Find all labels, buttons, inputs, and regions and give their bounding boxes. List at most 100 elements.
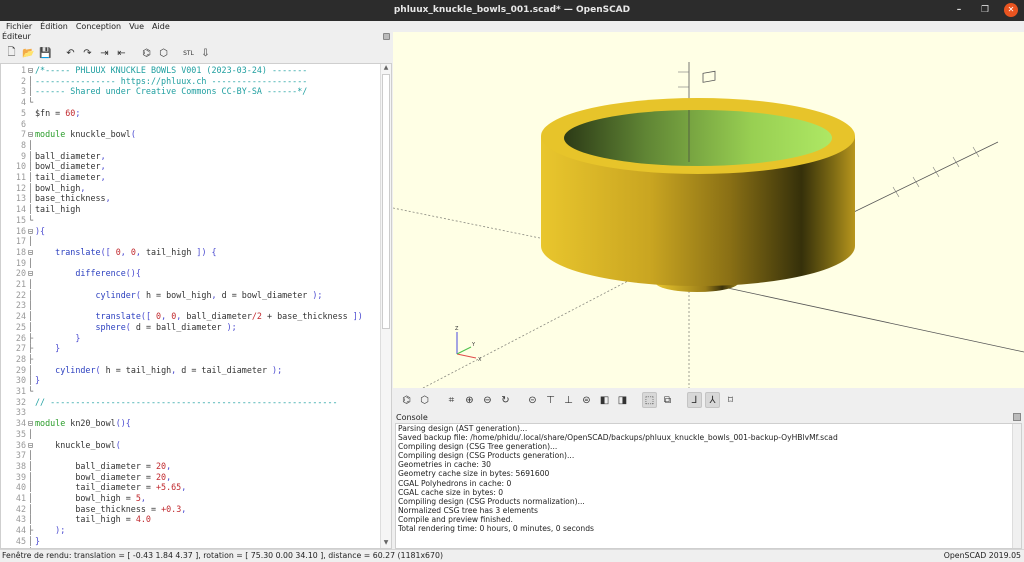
code-line[interactable]: 8 │ xyxy=(1,140,381,151)
view-top-icon[interactable]: ⊤ xyxy=(543,392,558,408)
code-line[interactable]: 26 ├ } xyxy=(1,333,381,344)
code-line[interactable]: 16 ⊟){ xyxy=(1,226,381,237)
code-line[interactable]: 20 ⊟ difference(){ xyxy=(1,268,381,279)
code-line[interactable]: 13 │ base_thickness, xyxy=(1,193,381,204)
code-line[interactable]: 29 │ cylinder( h = tail_high, d = tail_di… xyxy=(1,365,381,376)
orthogonal-icon[interactable]: ⧉ xyxy=(660,392,675,408)
code-line[interactable]: 30 │} xyxy=(1,375,381,386)
preview-icon[interactable]: ⌬ xyxy=(399,392,414,408)
code-line[interactable]: 28 ├ xyxy=(1,354,381,365)
code-line[interactable]: 31 └ xyxy=(1,386,381,397)
code-line[interactable]: 38 │ ball_diameter = 20, xyxy=(1,461,381,472)
export-stl-icon[interactable]: STL xyxy=(181,46,196,61)
zoom-in-icon[interactable]: ⊕ xyxy=(462,392,477,408)
view-front-icon[interactable]: ◧ xyxy=(597,392,612,408)
close-button[interactable]: ✕ xyxy=(1004,3,1018,17)
scroll-up-icon[interactable]: ▲ xyxy=(381,64,391,73)
minimize-button[interactable]: – xyxy=(952,3,966,17)
show-edges-icon[interactable]: ⌑ xyxy=(723,392,738,408)
code-line[interactable]: 23 │ xyxy=(1,300,381,311)
code-line[interactable]: 2 │ ---------------- https://phluux.ch ---… xyxy=(1,76,381,87)
show-axes-icon[interactable]: ⅃ xyxy=(687,392,702,408)
code-line[interactable]: 42 │ base_thickness = +0.3, xyxy=(1,504,381,515)
menu-conception[interactable]: Conception xyxy=(76,21,121,32)
render-icon[interactable]: ⬡ xyxy=(156,46,171,61)
code-line[interactable]: 17 │ xyxy=(1,236,381,247)
console-close-icon[interactable] xyxy=(1013,413,1021,421)
new-file-icon[interactable]: 🗋 xyxy=(4,46,19,61)
code-line[interactable]: 36 ⊟ knuckle_bowl( xyxy=(1,440,381,451)
fold-toggle-icon[interactable]: ⊟ xyxy=(26,129,35,140)
console-scrollbar[interactable] xyxy=(1012,424,1021,548)
show-scale-markers-icon[interactable]: ⅄ xyxy=(705,392,720,408)
fold-toggle-icon[interactable]: ⊟ xyxy=(26,418,35,429)
fold-toggle-icon[interactable]: ⊟ xyxy=(26,226,35,237)
fold-toggle-icon[interactable]: ⊟ xyxy=(26,247,35,258)
undo-icon[interactable]: ↶ xyxy=(63,46,78,61)
fold-toggle-icon[interactable]: ⊟ xyxy=(26,268,35,279)
code-line[interactable]: 45 │} xyxy=(1,536,381,547)
redo-icon[interactable]: ↷ xyxy=(80,46,95,61)
code-line[interactable]: 14 │ tail_high xyxy=(1,204,381,215)
menu-vue[interactable]: Vue xyxy=(129,21,144,32)
code-line[interactable]: 4 └ xyxy=(1,97,381,108)
view-back-icon[interactable]: ◨ xyxy=(615,392,630,408)
scroll-down-icon[interactable]: ▼ xyxy=(381,539,391,548)
code-line[interactable]: 40 │ tail_diameter = +5.65, xyxy=(1,482,381,493)
code-line[interactable]: 3 │ ------ Shared under Creative Commons C… xyxy=(1,86,381,97)
editor-scroll-thumb[interactable] xyxy=(382,74,390,329)
save-file-icon[interactable]: 💾 xyxy=(38,46,53,61)
code-editor[interactable]: 1 ⊟/*----- PHLUUX KNUCKLE BOWLS V001 (202… xyxy=(0,63,392,549)
view-left-icon[interactable]: ⊜ xyxy=(579,392,594,408)
code-line[interactable]: 15 └ xyxy=(1,215,381,226)
zoom-out-icon[interactable]: ⊖ xyxy=(480,392,495,408)
view-right-icon[interactable]: ⊝ xyxy=(525,392,540,408)
fold-toggle-icon[interactable]: ⊟ xyxy=(26,65,35,76)
code-line[interactable]: 41 │ bowl_high = 5, xyxy=(1,493,381,504)
code-line[interactable]: 35 │ xyxy=(1,429,381,440)
reset-view-icon[interactable]: ↻ xyxy=(498,392,513,408)
indent-icon[interactable]: ⇤ xyxy=(114,46,129,61)
code-line[interactable]: 11 │ tail_diameter, xyxy=(1,172,381,183)
perspective-icon[interactable]: ⬚ xyxy=(642,392,657,408)
code-line[interactable]: 37 │ xyxy=(1,450,381,461)
code-line[interactable]: 25 │ sphere( d = ball_diameter ); xyxy=(1,322,381,333)
view-bottom-icon[interactable]: ⊥ xyxy=(561,392,576,408)
code-line[interactable]: 22 │ cylinder( h = bowl_high, d = bowl_di… xyxy=(1,290,381,301)
code-line[interactable]: 1 ⊟/*----- PHLUUX KNUCKLE BOWLS V001 (202… xyxy=(1,65,381,76)
unindent-icon[interactable]: ⇥ xyxy=(97,46,112,61)
code-line[interactable]: 10 │ bowl_diameter, xyxy=(1,161,381,172)
code-line[interactable]: 24 │ translate([ 0, 0, ball_diameter/2 + … xyxy=(1,311,381,322)
code-line[interactable]: 27 ├ } xyxy=(1,343,381,354)
code-line[interactable]: 6 xyxy=(1,119,381,130)
3d-viewport[interactable]: Z X Y xyxy=(393,32,1024,388)
menu-fichier[interactable]: Fichier xyxy=(6,21,32,32)
editor-scrollbar[interactable]: ▲ ▼ xyxy=(380,64,391,548)
code-line[interactable]: 43 │ tail_high = 4.0 xyxy=(1,514,381,525)
code-line[interactable]: 39 │ bowl_diameter = 20, xyxy=(1,472,381,483)
code-line[interactable]: 33 xyxy=(1,407,381,418)
line-number: 5 xyxy=(20,107,26,118)
code-line[interactable]: 44 ├ ); xyxy=(1,525,381,536)
send-to-print-icon[interactable]: ⇩ xyxy=(198,46,213,61)
fold-toggle-icon[interactable]: ⊟ xyxy=(26,440,35,451)
menu-aide[interactable]: Aide xyxy=(152,21,170,32)
code-line[interactable]: 21 │ xyxy=(1,279,381,290)
view-all-icon[interactable]: ⌗ xyxy=(444,392,459,408)
preview-icon[interactable]: ⌬ xyxy=(139,46,154,61)
code-line[interactable]: 5 $fn = 60; xyxy=(1,108,381,119)
code-line[interactable]: 7 ⊟ module knuckle_bowl( xyxy=(1,129,381,140)
code-line[interactable]: 18 ⊟ translate([ 0, 0, tail_high ]) { xyxy=(1,247,381,258)
code-line[interactable]: 12 │ bowl_high, xyxy=(1,183,381,194)
open-file-icon[interactable]: 📂 xyxy=(21,46,36,61)
maximize-button[interactable]: ❐ xyxy=(978,3,992,17)
editor-close-icon[interactable] xyxy=(383,33,390,40)
code-line[interactable]: 34 ⊟ module kn20_bowl(){ xyxy=(1,418,381,429)
console-message: Total rendering time: 0 hours, 0 minutes… xyxy=(398,524,595,534)
render-icon[interactable]: ⬡ xyxy=(417,392,432,408)
code-line[interactable]: 19 │ xyxy=(1,258,381,269)
console-output[interactable]: Parsing design (AST generation)... Saved … xyxy=(395,423,1022,549)
code-line[interactable]: 9 │ ball_diameter, xyxy=(1,151,381,162)
menu-edition[interactable]: Édition xyxy=(40,21,68,32)
code-line[interactable]: 32 // -----------------------------------… xyxy=(1,397,381,408)
